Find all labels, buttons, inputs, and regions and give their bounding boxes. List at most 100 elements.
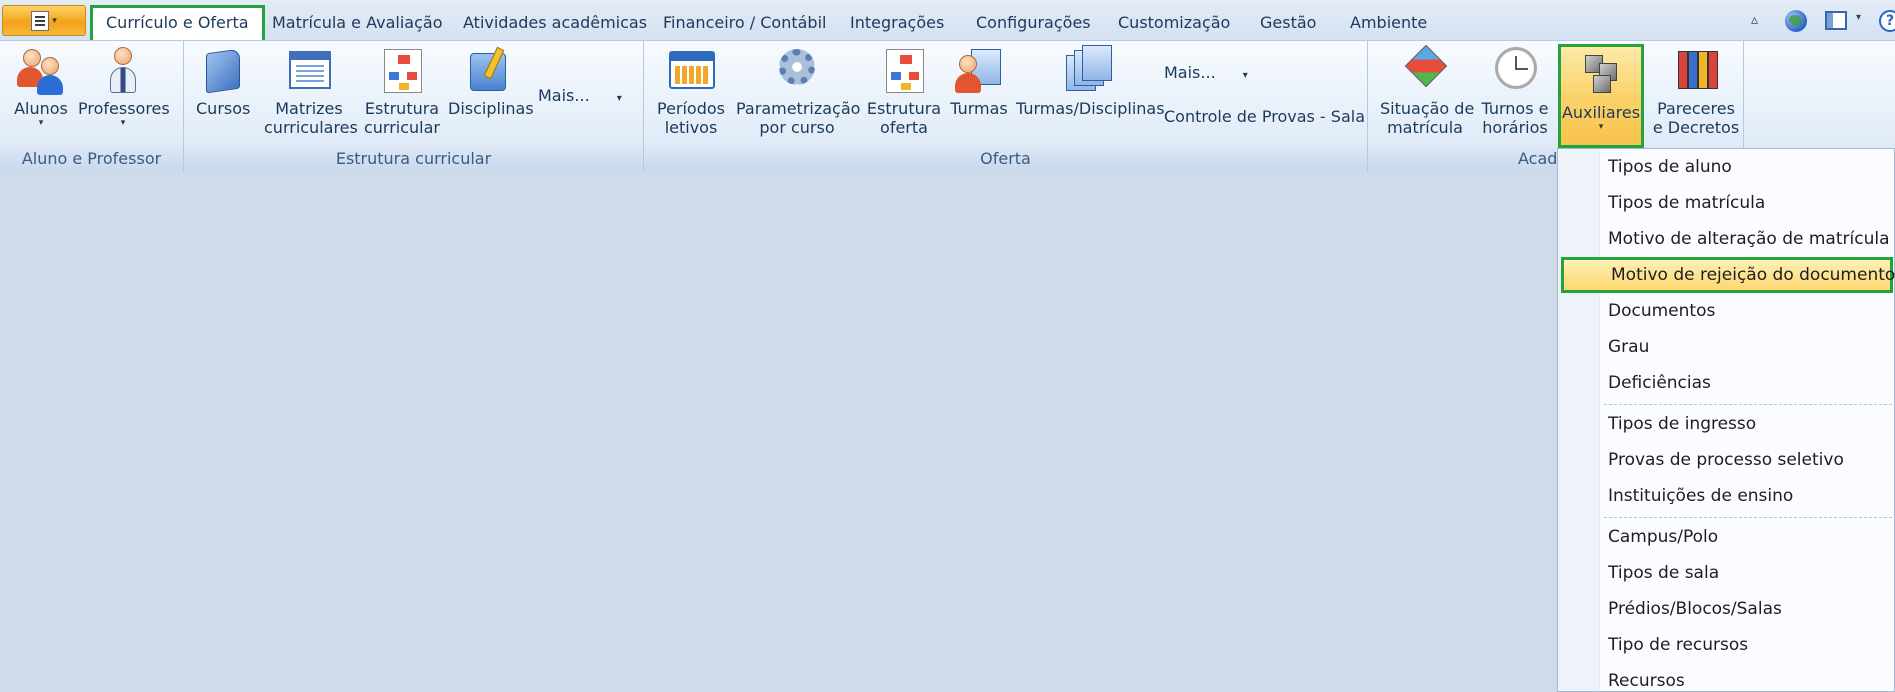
calendar-icon (667, 45, 715, 95)
pareceres-label-1: Pareceres (1657, 99, 1735, 118)
tab-atividades-academicas[interactable]: Atividades acadêmicas (463, 5, 647, 40)
document-icon (31, 10, 50, 31)
turmas-label: Turmas (950, 99, 1008, 118)
menu-item-predios-blocos-salas[interactable]: Prédios/Blocos/Salas (1558, 591, 1895, 627)
ribbon-tab-strip: ▾ Currículo e Oferta Matrícula e Avaliaç… (0, 0, 1895, 40)
menu-item-deficiencias[interactable]: Deficiências (1558, 365, 1895, 401)
chevron-down-icon: ▾ (38, 118, 44, 128)
situacao-label-1: Situação de (1380, 99, 1475, 118)
menu-item-instituicoes-de-ensino[interactable]: Instituições de ensino (1558, 478, 1895, 514)
menu-item-tipos-de-aluno[interactable]: Tipos de aluno (1558, 149, 1895, 185)
tab-curriculo-oferta[interactable]: Currículo e Oferta (90, 5, 265, 40)
group-oferta: Períodos letivos Parametrização por curs… (644, 41, 1368, 172)
cursos-button[interactable]: Cursos (196, 45, 251, 118)
menu-separator (1604, 404, 1892, 405)
book-icon (198, 45, 246, 95)
clock-icon (1491, 45, 1539, 95)
menu-item-recursos[interactable]: Recursos (1558, 663, 1895, 692)
disciplinas-label: Disciplinas (448, 99, 534, 118)
tab-matricula-avaliacao[interactable]: Matrícula e Avaliação (272, 5, 442, 40)
tab-financeiro-contabil[interactable]: Financeiro / Contábil (663, 5, 826, 40)
pareceres-decretos-button[interactable]: Pareceres e Decretos (1652, 45, 1740, 137)
chevron-down-icon: ▾ (1242, 70, 1248, 81)
tab-strip-tools: ▵ ▾ ? (1715, 10, 1895, 34)
controle-provas-sala-button[interactable]: Controle de Provas - Sala (1164, 107, 1365, 126)
menu-item-tipos-de-sala[interactable]: Tipos de sala (1558, 555, 1895, 591)
chevron-down-icon: ▾ (1598, 122, 1604, 132)
periodos-label-1: Períodos (656, 99, 725, 118)
estrutura-curricular-button[interactable]: Estrutura curricular (362, 45, 442, 137)
stacked-cards-icon (1062, 45, 1112, 95)
estrutura-mais-button[interactable]: Mais... ▾ (538, 86, 622, 105)
param-label-1: Parametrização (736, 99, 861, 118)
estrutura-oferta-button[interactable]: Estrutura oferta (866, 45, 942, 137)
tab-gestao[interactable]: Gestão (1260, 5, 1316, 40)
professores-label: Professores (78, 99, 170, 118)
periodos-letivos-button[interactable]: Períodos letivos (656, 45, 726, 137)
binders-icon (1672, 45, 1720, 95)
menu-item-tipos-de-matricula[interactable]: Tipos de matrícula (1558, 185, 1895, 221)
parametrizacao-button[interactable]: Parametrização por curso (736, 45, 861, 137)
menu-item-tipos-de-ingresso[interactable]: Tipos de ingresso (1558, 406, 1895, 442)
menu-item-grau[interactable]: Grau (1558, 329, 1895, 365)
window-list-icon (285, 45, 333, 95)
situacao-label-2: matrícula (1387, 118, 1463, 137)
alunos-label: Alunos (14, 99, 68, 118)
estrutura-label-1: Estrutura (364, 99, 440, 118)
chevron-down-icon: ▾ (616, 93, 622, 104)
org-chart-icon (378, 45, 426, 95)
group-label: Oferta (644, 148, 1367, 172)
tab-configuracoes[interactable]: Configurações (976, 5, 1091, 40)
periodos-label-2: letivos (664, 118, 718, 137)
diamond-icon (1401, 44, 1449, 95)
turmas-button[interactable]: Turmas (948, 45, 1010, 118)
estrutura-label-2: curricular (363, 118, 441, 137)
application-menu-button[interactable]: ▾ (2, 5, 86, 36)
menu-item-tipo-de-recursos[interactable]: Tipo de recursos (1558, 627, 1895, 663)
menu-item-documentos[interactable]: Documentos (1558, 293, 1895, 329)
help-icon[interactable]: ? (1879, 10, 1895, 32)
turnos-label-2: horários (1482, 118, 1548, 137)
chevron-down-icon[interactable]: ▾ (1856, 12, 1861, 23)
tab-customizacao[interactable]: Customização (1118, 5, 1230, 40)
folder-pencil-icon (464, 45, 512, 95)
group-label: Aluno e Professor (0, 148, 183, 172)
gear-icon (773, 45, 821, 95)
teacher-icon (99, 45, 147, 95)
professores-button[interactable]: Professores ▾ (78, 45, 170, 128)
auxiliares-button[interactable]: Auxiliares ▾ (1558, 44, 1644, 148)
globe-icon[interactable] (1785, 10, 1807, 32)
cursos-label: Cursos (196, 99, 251, 118)
menu-item-motivo-alteracao-matricula[interactable]: Motivo de alteração de matrícula (1558, 221, 1895, 257)
mais-label: Mais... (1164, 63, 1216, 82)
alunos-button[interactable]: Alunos ▾ (12, 45, 70, 128)
turnos-horarios-button[interactable]: Turnos e horários (1480, 45, 1550, 137)
menu-item-provas-processo-seletivo[interactable]: Provas de processo seletivo (1558, 442, 1895, 478)
auxiliares-label: Auxiliares (1561, 103, 1641, 122)
turmas-disciplinas-button[interactable]: Turmas/Disciplinas (1016, 45, 1165, 118)
minimize-ribbon-icon[interactable]: ▵ (1751, 13, 1763, 27)
group-aluno-professor: Alunos ▾ Professores ▾ Aluno e Professor (0, 41, 184, 172)
chevron-down-icon: ▾ (120, 118, 126, 128)
pareceres-label-2: e Decretos (1652, 118, 1740, 137)
estr-oferta-label-2: oferta (880, 118, 928, 137)
oferta-mais-button[interactable]: Mais... ▾ (1164, 63, 1248, 82)
matrizes-curriculares-button[interactable]: Matrizes curriculares (264, 45, 358, 137)
cubes-icon (1577, 49, 1625, 99)
tab-ambiente[interactable]: Ambiente (1350, 5, 1427, 40)
disciplinas-button[interactable]: Disciplinas (448, 45, 534, 118)
students-icon (17, 45, 65, 95)
turnos-label-1: Turnos e (1481, 99, 1549, 118)
situacao-matricula-button[interactable]: Situação de matrícula (1380, 44, 1475, 137)
menu-separator (1604, 517, 1892, 518)
layout-icon[interactable] (1825, 11, 1847, 30)
tab-integracoes[interactable]: Integrações (850, 5, 944, 40)
menu-item-campus-polo[interactable]: Campus/Polo (1558, 519, 1895, 555)
turmas-disc-label: Turmas/Disciplinas (1016, 99, 1165, 118)
menu-item-motivo-rejeicao-documento[interactable]: Motivo de rejeição do documento (1561, 257, 1895, 293)
group-estrutura-curricular: Cursos Matrizes curriculares Estrutura c… (184, 41, 644, 172)
org-chart-icon (880, 45, 928, 95)
matrizes-label-2: curriculares (264, 118, 358, 137)
matrizes-label-1: Matrizes (275, 99, 343, 118)
param-label-2: por curso (759, 118, 835, 137)
